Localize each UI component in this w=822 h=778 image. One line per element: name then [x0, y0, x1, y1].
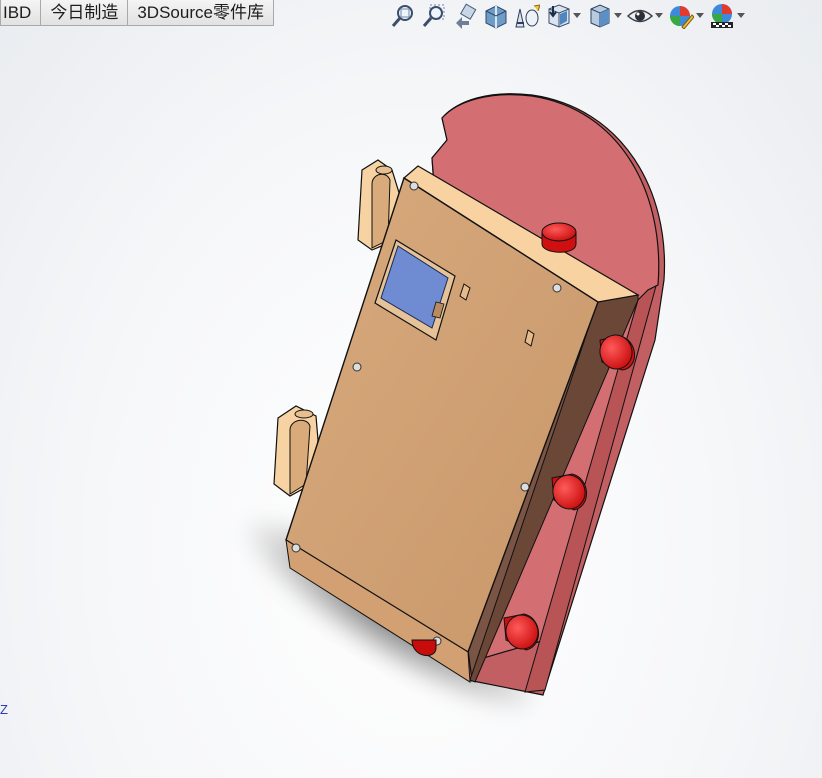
tab-today-manufacturing[interactable]: 今日制造: [41, 0, 129, 26]
chevron-down-icon[interactable]: [572, 13, 582, 19]
cad-tab-bar: IBD 今日制造 3DSource零件库: [0, 0, 274, 27]
tab-ibd[interactable]: IBD: [0, 0, 42, 26]
dynamic-annotation-icon[interactable]: [514, 2, 540, 30]
chevron-down-icon[interactable]: [654, 13, 664, 19]
tab-3dsource-library[interactable]: 3DSource零件库: [128, 0, 274, 26]
knob-top: [541, 222, 577, 253]
view-orientation-icon[interactable]: [545, 2, 571, 30]
apply-scene-icon[interactable]: [709, 2, 735, 30]
chevron-down-icon[interactable]: [695, 13, 705, 19]
chevron-down-icon[interactable]: [736, 13, 746, 19]
zoom-to-area-icon[interactable]: [421, 2, 447, 30]
model-viewport[interactable]: [0, 32, 822, 778]
hide-show-items-icon[interactable]: [627, 2, 653, 30]
heads-up-view-toolbar: [390, 0, 750, 32]
previous-view-icon[interactable]: [452, 2, 478, 30]
section-view-icon[interactable]: [483, 2, 509, 30]
display-style-icon[interactable]: [586, 2, 612, 30]
chevron-down-icon[interactable]: [613, 13, 623, 19]
zoom-to-fit-icon[interactable]: [390, 2, 416, 30]
edit-appearance-icon[interactable]: [668, 2, 694, 30]
axis-triad-label: Z: [0, 702, 8, 717]
